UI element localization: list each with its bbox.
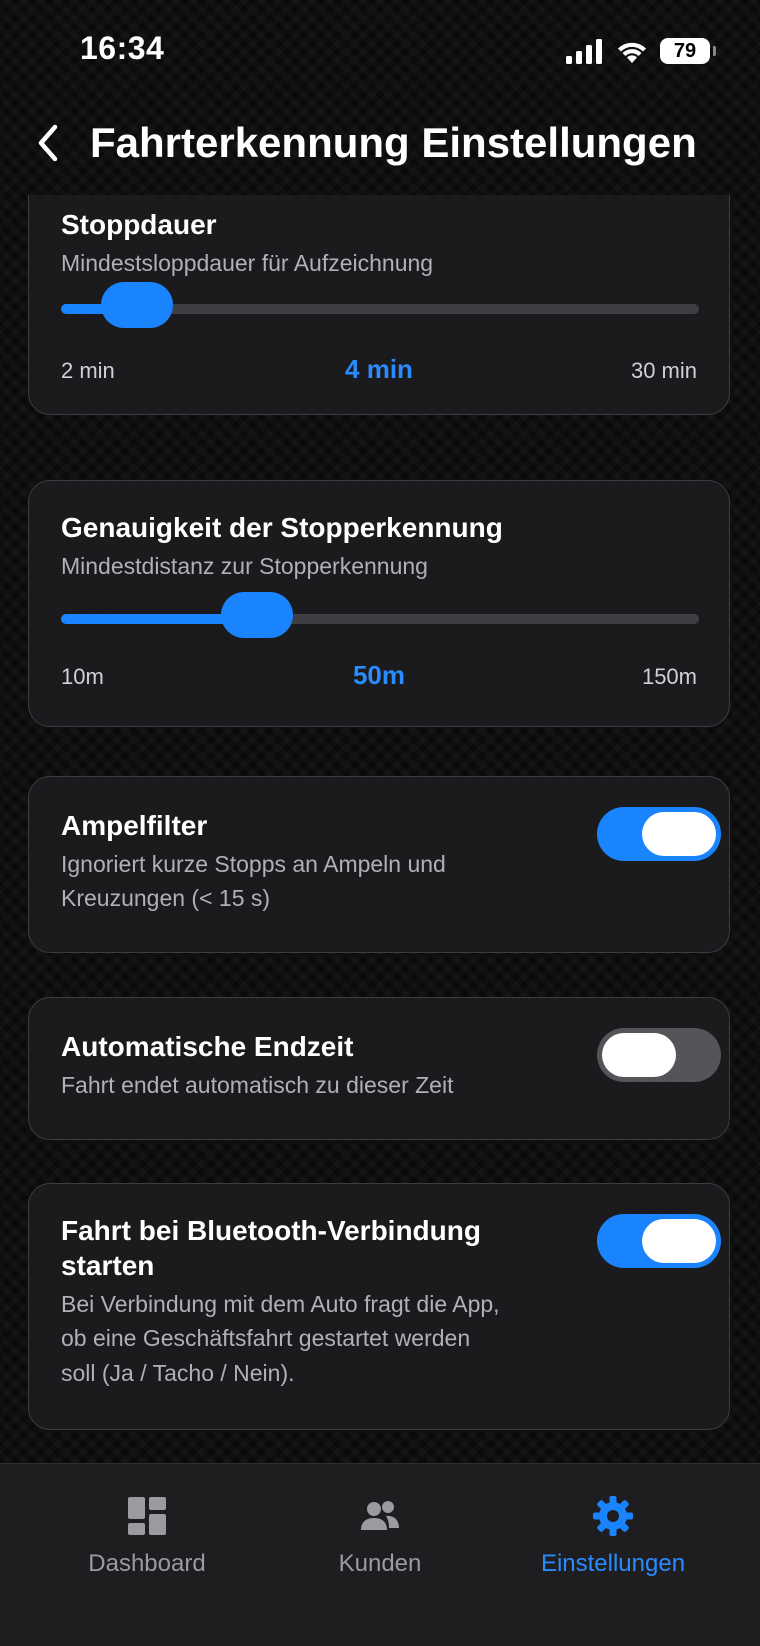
stop-duration-slider[interactable] <box>61 282 699 328</box>
stop-accuracy-slider[interactable] <box>61 592 699 638</box>
stop-accuracy-max-label: 150m <box>641 664 697 689</box>
traffic-light-filter-description-line2: Kreuzungen (< 15 s) <box>61 885 271 911</box>
signal-icon <box>566 39 602 64</box>
status-time: 16:34 <box>80 30 165 66</box>
status-icons: 79 <box>566 36 716 66</box>
stop-accuracy-card: Genauigkeit der Stopperkennung Mindestdi… <box>28 480 730 727</box>
settings-list[interactable]: Stoppdauer Mindestsloppdauer für Aufzeic… <box>0 195 760 1463</box>
stop-accuracy-min-label: 10m <box>61 664 104 689</box>
stop-accuracy-description: Mindestdistanz zur Stopperkennung <box>61 553 428 579</box>
slider-thumb[interactable] <box>221 592 293 638</box>
bluetooth-start-title-line1: Fahrt bei Bluetooth-Verbindung <box>61 1215 481 1246</box>
header: Fahrterkennung Einstellungen <box>0 100 760 195</box>
dashboard-icon <box>128 1497 166 1535</box>
back-button[interactable] <box>30 118 66 168</box>
wifi-icon <box>618 42 646 63</box>
tab-label: Kunden <box>338 1550 422 1577</box>
tab-dashboard[interactable]: Dashboard <box>37 1494 257 1594</box>
stop-duration-description: Mindestsloppdauer für Aufzeichnung <box>61 250 434 276</box>
stop-duration-min-label: 2 min <box>61 358 115 383</box>
bluetooth-start-description-line3: soll (Ja / Tacho / Nein). <box>61 1360 295 1386</box>
auto-end-time-description: Fahrt endet automatisch zu dieser Zeit <box>61 1072 454 1098</box>
bluetooth-start-description-line1: Bei Verbindung mit dem Auto fragt die Ap… <box>61 1291 500 1317</box>
people-icon <box>361 1501 399 1530</box>
bluetooth-start-toggle[interactable] <box>597 1214 721 1268</box>
toggle-knob <box>602 1033 676 1077</box>
toggle-knob <box>642 812 716 856</box>
stop-duration-card: Stoppdauer Mindestsloppdauer für Aufzeic… <box>28 195 730 415</box>
tab-kunden[interactable]: Kunden <box>270 1494 490 1594</box>
stop-duration-max-label: 30 min <box>630 358 697 383</box>
tab-bar: Dashboard Kunden Einstellungen <box>0 1463 760 1646</box>
bluetooth-start-description-line2: ob eine Geschäftsfahrt gestartet werden <box>61 1325 471 1351</box>
traffic-light-filter-toggle[interactable] <box>597 807 721 861</box>
tab-label: Dashboard <box>88 1550 206 1577</box>
auto-end-time-toggle[interactable] <box>597 1028 721 1082</box>
status-bar: 16:34 79 <box>0 0 760 100</box>
slider-thumb[interactable] <box>101 282 173 328</box>
stop-accuracy-value: 50m <box>352 660 406 690</box>
stop-accuracy-title: Genauigkeit der Stopperkennung <box>61 512 503 543</box>
traffic-light-filter-description-line1: Ignoriert kurze Stopps an Ampeln und <box>61 851 446 877</box>
bluetooth-start-title-line2: starten <box>61 1250 155 1281</box>
battery-icon: 79 <box>660 38 716 64</box>
stop-duration-value: 4 min <box>345 354 413 384</box>
tab-label: Einstellungen <box>540 1550 686 1577</box>
bluetooth-start-card: Fahrt bei Bluetooth-Verbindung starten B… <box>28 1183 730 1430</box>
chevron-left-icon <box>38 124 58 162</box>
traffic-light-filter-title: Ampelfilter <box>61 810 208 841</box>
stop-duration-title: Stoppdauer <box>61 209 217 240</box>
toggle-knob <box>642 1219 716 1263</box>
page-title: Fahrterkennung Einstellungen <box>90 119 697 166</box>
gear-icon <box>593 1496 633 1536</box>
auto-end-time-card: Automatische Endzeit Fahrt endet automat… <box>28 997 730 1140</box>
tab-einstellungen[interactable]: Einstellungen <box>503 1494 723 1594</box>
traffic-light-filter-card: Ampelfilter Ignoriert kurze Stopps an Am… <box>28 776 730 953</box>
auto-end-time-title: Automatische Endzeit <box>61 1031 354 1062</box>
